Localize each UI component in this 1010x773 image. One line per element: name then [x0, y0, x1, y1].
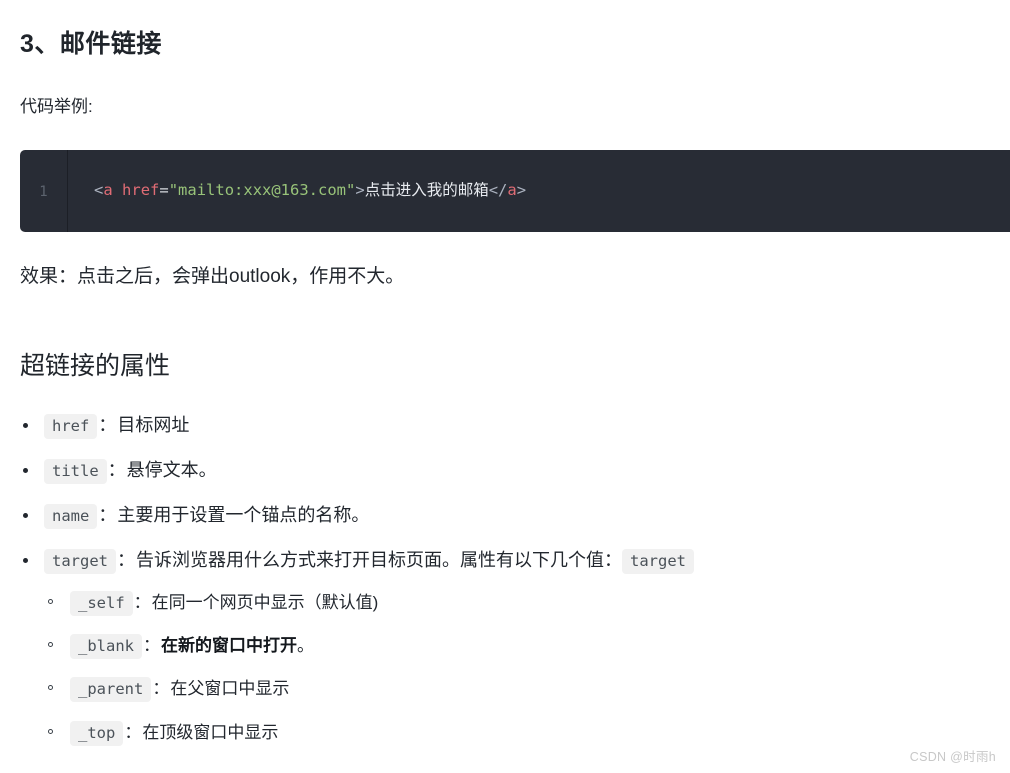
separator: ：: [152, 679, 170, 699]
bullet-disc-icon: [23, 557, 28, 563]
token-attribute-value: "mailto:xxx@163.com": [168, 181, 356, 200]
code-content[interactable]: <a href="mailto:xxx@163.com">点击进入我的邮箱</a…: [68, 150, 1010, 232]
token-open-bracket: <: [94, 181, 104, 200]
separator: ：: [143, 635, 160, 655]
inline-code-target: target: [44, 548, 116, 574]
inline-code-self: _self: [70, 590, 133, 616]
bullet-circle-icon: [48, 598, 53, 604]
list-item: _parent ：在父窗口中显示: [44, 676, 990, 703]
token-equals: =: [159, 181, 169, 200]
inline-code-parent: _parent: [70, 677, 152, 703]
inline-code-target-trailing: target: [622, 548, 694, 574]
bullet-disc-icon: [23, 423, 28, 428]
bullet-disc-icon: [23, 512, 28, 518]
token-closing-tag-name: a: [507, 181, 517, 200]
code-line-number: 1: [39, 184, 48, 200]
code-line-number-gutter: 1: [20, 150, 68, 232]
inline-code-blank: _blank: [70, 633, 142, 659]
target-value-suffix: 。: [297, 635, 314, 655]
attribute-description: 目标网址: [117, 415, 190, 435]
token-attribute-name: href: [122, 181, 160, 200]
list-item: name ：主要用于设置一个锚点的名称。: [20, 502, 990, 530]
separator: ：: [124, 722, 142, 742]
list-item: _blank ：在新的窗口中打开。: [44, 633, 990, 659]
effect-paragraph: 效果：点击之后，会弹出outlook，作用不大。: [20, 266, 405, 287]
inline-code-href: href: [44, 414, 98, 439]
list-item: href ：目标网址: [20, 412, 990, 440]
section-heading: 超链接的属性: [20, 352, 171, 380]
separator: ：: [117, 549, 135, 570]
token-link-text: 点击进入我的邮箱: [364, 181, 489, 200]
bullet-circle-icon: [48, 685, 53, 691]
bullet-circle-icon: [48, 728, 53, 734]
token-tag-name: a: [103, 181, 113, 200]
list-item: title ：悬停文本。: [20, 457, 990, 485]
attribute-description: 悬停文本。: [126, 459, 217, 480]
token-close-bracket: >: [355, 181, 365, 200]
inline-code-top: _top: [70, 720, 124, 746]
list-item: _top ：在顶级窗口中显示: [44, 720, 990, 746]
code-line: <a href="mailto:xxx@163.com">点击进入我的邮箱</a…: [94, 179, 526, 202]
attribute-list: href ：目标网址 title ：悬停文本。 name ：主要用于设置一个锚点的名称…: [20, 412, 990, 763]
code-example-label: 代码举例:: [20, 97, 93, 116]
target-value-description: 在新的窗口中打开: [161, 635, 297, 655]
target-value-description: 在顶级窗口中显示: [142, 722, 279, 742]
code-block[interactable]: 1 <a href="mailto:xxx@163.com">点击进入我的邮箱<…: [20, 150, 1010, 232]
list-item: _self ：在同一个网页中显示（默认值): [44, 590, 990, 616]
separator: ：: [133, 592, 151, 612]
separator: ：: [98, 504, 117, 525]
list-item: target ：告诉浏览器用什么方式来打开目标页面。属性有以下几个值： target…: [20, 547, 990, 746]
separator: ：: [98, 415, 117, 435]
article-page: 3、邮件链接 代码举例: 1 <a href="mailto:xxx@163.c…: [0, 0, 1010, 773]
bullet-circle-icon: [48, 641, 53, 647]
separator: ：: [107, 459, 126, 480]
page-title: 3、邮件链接: [20, 30, 162, 58]
bullet-disc-icon: [23, 467, 28, 473]
inline-code-title: title: [44, 458, 107, 484]
token-closing-tag-open: </: [488, 181, 508, 200]
target-value-description: 在父窗口中显示: [170, 679, 290, 699]
target-value-list: _self ：在同一个网页中显示（默认值) _blank ：在新的窗口中打开。 _p…: [44, 590, 990, 746]
inline-code-name: name: [44, 503, 98, 529]
target-value-description: 在同一个网页中显示（默认值): [151, 592, 379, 612]
watermark: CSDN @时雨h: [909, 750, 996, 764]
attribute-description: 主要用于设置一个锚点的名称。: [117, 504, 370, 525]
token-closing-tag-end: >: [516, 181, 527, 200]
attribute-description: 告诉浏览器用什么方式来打开目标页面。属性有以下几个值：: [136, 549, 622, 570]
